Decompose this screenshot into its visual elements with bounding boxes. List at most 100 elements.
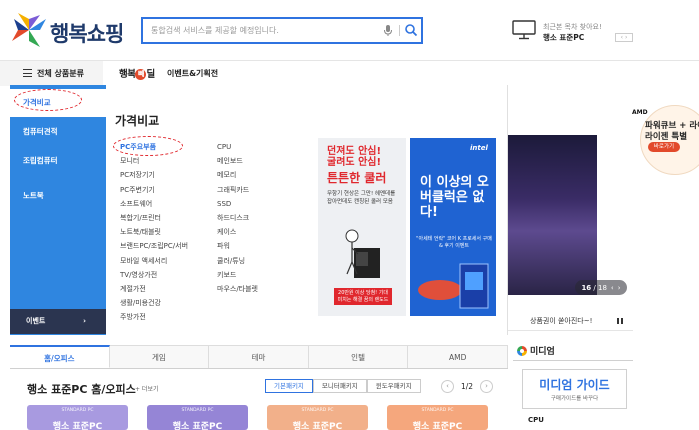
mic-icon[interactable] — [383, 24, 393, 37]
product-card-tag: STANDARD PC — [301, 408, 334, 413]
category-item[interactable]: 메인보드 — [217, 154, 258, 168]
category-item[interactable]: TV/영상가전 — [120, 268, 188, 282]
category-item[interactable]: 마우스/타블렛 — [217, 282, 258, 296]
category-item[interactable]: 파워 — [217, 239, 258, 253]
category-item[interactable]: 생활/미용건강 — [120, 296, 188, 310]
monitor-icon — [512, 20, 536, 40]
happy-deal-text-c: 딜 — [146, 69, 155, 80]
hamburger-icon — [23, 69, 32, 77]
happy-deal-link[interactable]: 행복 빼 딜 — [119, 66, 155, 80]
carousel-next-icon[interactable]: › — [618, 284, 621, 292]
side-event-link[interactable]: 이벤트 › — [10, 309, 106, 334]
side-item-assembled-pc[interactable]: 조립컴퓨터 — [10, 147, 106, 175]
media-guide-title: 미디엄 가이드 — [539, 378, 610, 392]
happy-deal-text-a: 행복 — [119, 69, 136, 80]
category-item[interactable]: 주방가전 — [120, 310, 188, 324]
media-divider — [513, 360, 633, 361]
amd-logo: AMD — [632, 109, 648, 116]
highlight-oval-pc-parts — [113, 136, 183, 156]
more-link[interactable]: + 더보기 — [135, 384, 159, 393]
category-item[interactable]: PC주변기기 — [120, 183, 188, 197]
subtab-monitor-package[interactable]: 모니터패키지 — [312, 379, 367, 393]
product-card[interactable]: STANDARD PC 행소 표준PC — [387, 405, 488, 430]
category-item[interactable]: CPU — [217, 140, 258, 154]
category-item[interactable]: 복합기/프린터 — [120, 211, 188, 225]
media-guide-box[interactable]: 미디엄 가이드 구매가이드를 바꾸다 — [522, 369, 627, 409]
happy-deal-dot: 빼 — [135, 69, 147, 80]
cooler-banner-line1: 던져도 안심! 굴려도 안심! — [327, 146, 381, 168]
cooler-banner-headline: 튼튼한 쿨러 — [327, 171, 387, 185]
category-column-2: CPU 메인보드 메모리 그래픽카드 SSD 하드디스크 케이스 파워 쿨러/튜… — [217, 140, 258, 296]
cooler-banner-sub: 무항기 현상은 그만! 헤멘데를 잡아먼데도 캔칭된 쿨러 모음 — [327, 191, 396, 205]
search-box — [141, 17, 423, 44]
side-item-pc-estimate[interactable]: 컴퓨터견적 — [10, 118, 106, 146]
cooler-banner-line1b: 굴려도 안심! — [327, 157, 382, 168]
carousel-pager: 16 / 18 ‹ › — [575, 280, 627, 295]
category-item[interactable]: 쿨러/튜닝 — [217, 254, 258, 268]
intel-banner[interactable]: intel 이 이상의 오버클럭은 없다! "아세테 언락" 코어 K 프로세서… — [410, 138, 496, 316]
highlight-oval-price-compare — [14, 89, 82, 111]
category-column-1: PC주요부품 모니터 PC저장기기 PC주변기기 소프트웨어 복합기/프린터 노… — [120, 140, 188, 324]
intel-logo: intel — [470, 144, 488, 152]
pinwheel-logo-icon — [12, 13, 46, 47]
category-item[interactable]: SSD — [217, 197, 258, 211]
media-item-cpu[interactable]: CPU — [528, 416, 544, 424]
product-card[interactable]: STANDARD PC 행소 표준PC — [27, 405, 128, 430]
notice-ticker[interactable]: 상품권이 쏟아진다~! — [508, 311, 633, 331]
category-item[interactable]: 모니터 — [120, 154, 188, 168]
recent-pager[interactable]: ‹ › — [615, 33, 633, 42]
pc-category-tabs: 홈/오피스 게임 테마 인텔 AMD — [10, 345, 508, 369]
pause-icon[interactable] — [617, 318, 623, 324]
category-item[interactable]: 그래픽카드 — [217, 183, 258, 197]
media-logo-text: 미디엄 — [530, 347, 555, 357]
intel-banner-sub: "아세테 언락" 코어 K 프로세서 구매 & 후기 이벤트 — [416, 236, 492, 249]
cooler-box-illustration — [345, 229, 380, 278]
category-item[interactable]: PC저장기기 — [120, 168, 188, 182]
tab-home-office[interactable]: 홈/오피스 — [10, 345, 110, 368]
category-item[interactable]: 메모리 — [217, 168, 258, 182]
intel-product-illustration — [418, 263, 489, 309]
category-item[interactable]: 노트북/태블릿 — [120, 225, 188, 239]
all-categories-label: 전체 상품분류 — [37, 69, 84, 78]
category-item[interactable]: 브랜드PC/조립PC/서버 — [120, 239, 188, 253]
next-page-button[interactable]: › — [479, 379, 493, 393]
side-event-label: 이벤트 — [26, 317, 46, 325]
logo-text[interactable]: 행복쇼핑 — [50, 18, 124, 48]
pager-total: 18 — [598, 283, 607, 292]
category-item[interactable]: 소프트웨어 — [120, 197, 188, 211]
product-card[interactable]: STANDARD PC 행소 표준PC — [267, 405, 368, 430]
category-item[interactable]: 케이스 — [217, 225, 258, 239]
category-item[interactable]: 모바일 액세서리 — [120, 254, 188, 268]
product-card-tag: STANDARD PC — [61, 408, 94, 413]
search-icon[interactable] — [404, 23, 418, 38]
tab-game[interactable]: 게임 — [109, 345, 210, 368]
category-item[interactable]: 계절가전 — [120, 282, 188, 296]
product-card-tag: STANDARD PC — [421, 408, 454, 413]
search-divider — [399, 25, 400, 36]
category-item[interactable]: 키보드 — [217, 268, 258, 282]
subtab-windows-package[interactable]: 윈도우패키지 — [366, 379, 421, 393]
amd-promo-button[interactable]: 바로가기 — [648, 142, 680, 152]
chevron-right-icon: › — [83, 317, 86, 325]
search-input[interactable] — [151, 22, 371, 39]
side-item-notebook[interactable]: 노트북 — [10, 182, 106, 210]
product-card[interactable]: STANDARD PC 행소 표준PC — [147, 405, 248, 430]
side-menu: 가격비교 컴퓨터견적 조립컴퓨터 노트북 — [10, 85, 106, 335]
tab-theme[interactable]: 테마 — [209, 345, 309, 368]
subtab-basic-package[interactable]: 기본패키지 — [265, 379, 313, 393]
cooler-banner-line1a: 던져도 안심! — [327, 146, 382, 157]
recent-item[interactable]: 행소 표준PC — [543, 32, 584, 43]
carousel-prev-icon[interactable]: ‹ — [611, 284, 614, 292]
tab-intel[interactable]: 인텔 — [308, 345, 409, 368]
prev-page-button[interactable]: ‹ — [441, 379, 454, 393]
media-logo[interactable]: 미디엄 — [517, 344, 555, 357]
media-guide-sub: 구매가이드를 바꾸다 — [550, 396, 599, 402]
nav-bar: 전체 상품분류 행복 빼 딜 이벤트&기획전 — [0, 60, 699, 86]
category-item[interactable]: 하드디스크 — [217, 211, 258, 225]
media-ring-icon — [517, 345, 527, 356]
tab-amd[interactable]: AMD — [408, 345, 508, 368]
cooler-banner[interactable]: 던져도 안심! 굴려도 안심! 튼튼한 쿨러 무항기 현상은 그만! 헤멘데를 … — [318, 138, 406, 316]
all-categories-button[interactable]: 전체 상품분류 — [0, 61, 103, 86]
nav-event-link[interactable]: 이벤트&기획전 — [167, 68, 218, 79]
product-card-title: 행소 표준PC — [412, 422, 463, 430]
